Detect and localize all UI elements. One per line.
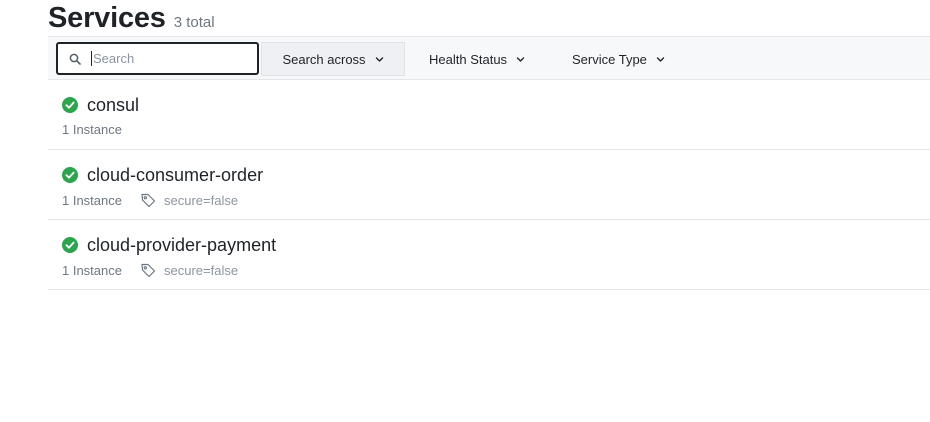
services-page: Services 3 total Search across Health St… <box>0 0 930 422</box>
search-box[interactable] <box>56 42 259 75</box>
health-status-dropdown[interactable]: Health Status <box>429 42 525 76</box>
page-title: Services <box>48 2 166 34</box>
search-across-label: Search across <box>282 51 366 67</box>
service-type-dropdown[interactable]: Service Type <box>572 42 665 76</box>
search-across-dropdown[interactable]: Search across <box>261 42 405 76</box>
service-name-line: cloud-consumer-order <box>62 164 263 186</box>
service-tag: secure=false <box>140 262 238 278</box>
services-count: 3 total <box>173 14 215 31</box>
check-circle-icon <box>62 237 78 253</box>
service-name-link[interactable]: cloud-provider-payment <box>87 234 276 256</box>
service-tag-label: secure=false <box>164 262 239 278</box>
service-row[interactable]: cloud-consumer-order 1 Instance secure=f… <box>48 150 930 220</box>
service-row[interactable]: consul 1 Instance <box>48 80 930 150</box>
search-icon <box>68 52 82 66</box>
chevron-down-icon <box>375 55 384 64</box>
page-header: Services 3 total <box>48 0 215 36</box>
search-input[interactable] <box>91 51 243 66</box>
instance-count: 1 Instance <box>62 192 122 208</box>
tag-icon <box>140 192 156 208</box>
service-tag-label: secure=false <box>164 192 239 208</box>
check-circle-icon <box>62 167 78 183</box>
chevron-down-icon <box>656 55 665 64</box>
service-name-link[interactable]: cloud-consumer-order <box>87 164 263 186</box>
service-list: consul 1 Instance cloud-consumer-order 1… <box>48 80 930 290</box>
instance-count: 1 Instance <box>62 122 122 137</box>
service-name-link[interactable]: consul <box>87 94 139 116</box>
service-meta: 1 Instance secure=false <box>62 192 238 208</box>
health-status-label: Health Status <box>429 51 508 67</box>
service-name-line: cloud-provider-payment <box>62 234 276 256</box>
service-meta: 1 Instance <box>62 122 122 137</box>
service-meta: 1 Instance secure=false <box>62 262 238 278</box>
service-type-label: Service Type <box>572 51 647 67</box>
check-circle-icon <box>62 97 78 113</box>
service-name-line: consul <box>62 94 139 116</box>
chevron-down-icon <box>516 55 525 64</box>
tag-icon <box>140 262 156 278</box>
instance-count: 1 Instance <box>62 262 122 278</box>
service-tag: secure=false <box>140 192 238 208</box>
filter-bar: Search across Health Status Service Type <box>48 36 930 80</box>
service-row[interactable]: cloud-provider-payment 1 Instance secure… <box>48 220 930 290</box>
